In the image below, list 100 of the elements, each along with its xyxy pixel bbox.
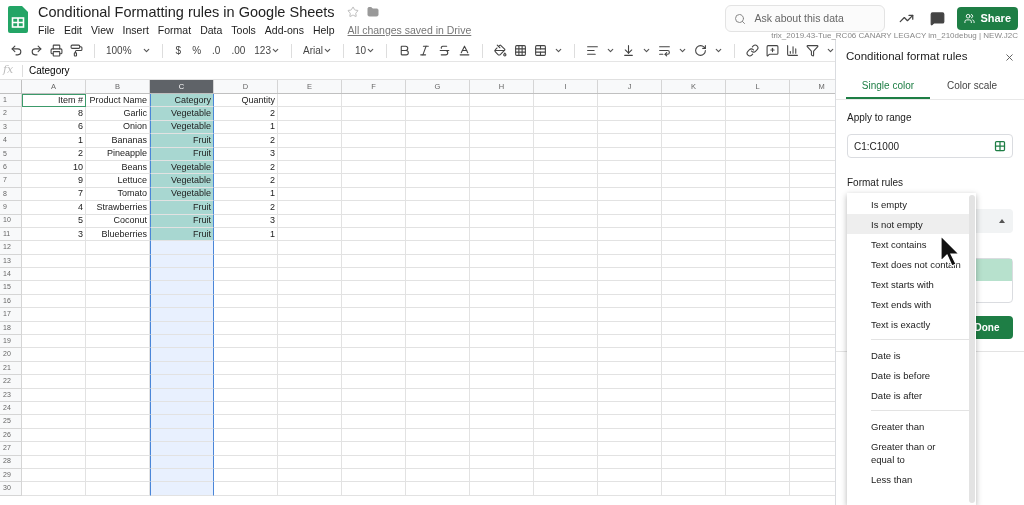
caret-icon [323, 46, 332, 55]
table-cell [598, 268, 662, 282]
table-cell [406, 201, 470, 215]
table-cell [214, 335, 278, 349]
menu-item[interactable]: Data [200, 23, 223, 39]
text-wrap-icon[interactable] [658, 44, 672, 57]
table-cell [342, 268, 406, 282]
document-title[interactable]: Conditional Formatting rules in Google Sheets [38, 3, 335, 21]
add-comment-icon[interactable] [766, 44, 780, 57]
strikethrough-icon[interactable] [438, 44, 452, 57]
range-field[interactable]: C1:C1000 [847, 134, 1013, 158]
table-cell [214, 281, 278, 295]
tab[interactable]: Single color [846, 74, 930, 99]
menu-item[interactable]: Format [157, 23, 192, 39]
table-cell [598, 134, 662, 148]
table-cell [726, 107, 790, 121]
table-cell: Item # [22, 94, 86, 108]
table-cell [598, 107, 662, 121]
table-cell [22, 415, 86, 429]
save-status-link[interactable]: All changes saved in Drive [347, 23, 472, 39]
currency-button[interactable]: $ [173, 43, 184, 58]
table-cell [598, 174, 662, 188]
star-icon[interactable] [346, 6, 359, 18]
select-range-icon[interactable] [994, 140, 1006, 152]
increase-decimals-button[interactable]: .00 [229, 43, 248, 58]
print-icon[interactable] [50, 44, 63, 57]
fill-color-icon[interactable] [494, 44, 508, 57]
share-button[interactable]: Share [957, 7, 1018, 30]
table-cell [470, 442, 534, 456]
table-cell [22, 308, 86, 322]
table-cell [726, 281, 790, 295]
table-cell [406, 482, 470, 496]
table-cell [150, 241, 214, 255]
undo-icon[interactable] [10, 44, 23, 57]
panel-title: Conditional format rules [846, 49, 968, 65]
table-cell [726, 308, 790, 322]
link-icon[interactable] [746, 44, 760, 57]
table-cell [278, 482, 342, 496]
horizontal-align-icon[interactable] [586, 44, 600, 57]
table-cell [342, 415, 406, 429]
chart-icon[interactable] [786, 44, 800, 57]
merge-cells-icon[interactable] [534, 44, 548, 57]
caret-icon [678, 46, 688, 55]
table-cell [342, 308, 406, 322]
number-format-dropdown[interactable]: 123 [254, 43, 280, 58]
menu-item[interactable]: Tools [231, 23, 256, 39]
menu-item[interactable]: View [91, 23, 114, 39]
table-cell [214, 308, 278, 322]
table-cell: Garlic [86, 107, 150, 121]
zoom-dropdown[interactable]: 100% [106, 43, 151, 58]
people-icon [964, 13, 976, 24]
menu-item[interactable]: Edit [63, 23, 82, 39]
caret-icon [141, 46, 151, 55]
table-cell [726, 482, 790, 496]
table-cell [534, 415, 598, 429]
table-cell [598, 241, 662, 255]
decrease-decimals-button[interactable]: .0 [210, 43, 223, 58]
menu-item[interactable]: Insert [122, 23, 149, 39]
formula-field[interactable]: Category [29, 63, 835, 78]
scrollbar[interactable] [969, 195, 975, 503]
table-cell [598, 201, 662, 215]
folder-icon[interactable] [366, 6, 379, 18]
bold-icon[interactable] [398, 44, 412, 57]
table-cell [86, 281, 150, 295]
text-rotation-icon[interactable] [694, 44, 708, 57]
font-size-dropdown[interactable]: 10 [355, 43, 376, 58]
close-icon[interactable] [1004, 51, 1015, 63]
table-cell [150, 375, 214, 389]
menu-item[interactable]: Add-ons [264, 23, 304, 39]
borders-icon[interactable] [514, 44, 528, 57]
vertical-align-icon[interactable] [622, 44, 636, 57]
table-cell [278, 375, 342, 389]
comment-icon[interactable] [930, 11, 946, 26]
spreadsheet-logo[interactable] [8, 6, 28, 33]
table-cell [534, 335, 598, 349]
menu-item[interactable]: Help [312, 23, 335, 39]
table-cell [278, 201, 342, 215]
search-field[interactable]: Ask about this data [725, 5, 886, 32]
table-cell [86, 335, 150, 349]
italic-icon[interactable] [418, 44, 432, 57]
table-cell [726, 442, 790, 456]
table-cell [534, 375, 598, 389]
tab[interactable]: Color scale [930, 74, 1014, 99]
font-dropdown[interactable]: Arial [303, 43, 332, 58]
table-cell [214, 241, 278, 255]
redo-icon[interactable] [30, 44, 43, 57]
table-cell [22, 375, 86, 389]
menu-option[interactable]: Is not empty [847, 214, 969, 234]
table-cell [470, 348, 534, 362]
table-cell [342, 241, 406, 255]
table-cell [342, 134, 406, 148]
text-color-icon[interactable] [458, 44, 472, 57]
table-cell [470, 134, 534, 148]
table-cell [86, 268, 150, 282]
table-cell [534, 201, 598, 215]
percent-button[interactable]: % [190, 43, 204, 58]
table-cell: 2 [214, 107, 278, 121]
filter-icon[interactable] [806, 44, 820, 57]
menu-item[interactable]: File [38, 23, 55, 39]
paint-format-icon[interactable] [70, 44, 83, 57]
